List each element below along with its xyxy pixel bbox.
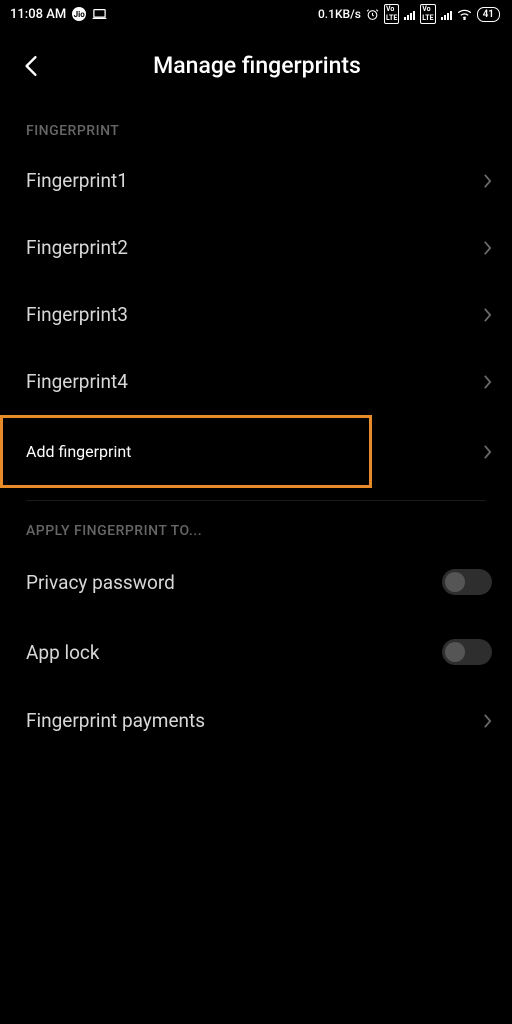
fingerprint-item-1[interactable]: Fingerprint1	[0, 147, 512, 214]
fingerprint-label: Fingerprint4	[26, 370, 128, 393]
app-lock-label: App lock	[26, 641, 99, 664]
laptop-icon	[92, 8, 107, 20]
volte-icon-1: VoLTE	[384, 4, 399, 24]
page-header: Manage fingerprints	[0, 26, 512, 101]
add-fingerprint-row[interactable]: Add fingerprint	[0, 415, 512, 488]
chevron-right-icon	[483, 713, 492, 729]
section-header-apply: APPLY FINGERPRINT TO...	[0, 501, 512, 547]
signal-icon-1	[404, 9, 415, 20]
fingerprint-label: Fingerprint3	[26, 303, 128, 326]
alarm-icon	[366, 8, 379, 21]
status-time: 11:08 AM	[10, 7, 66, 22]
fingerprint-item-2[interactable]: Fingerprint2	[0, 214, 512, 281]
fingerprint-item-4[interactable]: Fingerprint4	[0, 348, 512, 415]
app-lock-row[interactable]: App lock	[0, 617, 512, 687]
section-header-fingerprint: FINGERPRINT	[0, 101, 512, 147]
status-bar: 11:08 AM Jio 0.1KB/s VoLTE VoLTE 41	[0, 0, 512, 26]
signal-icon-2	[441, 9, 452, 20]
back-button[interactable]	[20, 55, 42, 77]
fingerprint-label: Fingerprint2	[26, 236, 128, 259]
add-fingerprint-label: Add fingerprint	[3, 442, 131, 461]
highlight-box: Add fingerprint	[0, 415, 372, 488]
privacy-password-label: Privacy password	[26, 571, 175, 594]
chevron-right-icon	[483, 173, 492, 189]
chevron-right-icon	[483, 307, 492, 323]
battery-icon: 41	[477, 7, 500, 22]
page-title: Manage fingerprints	[68, 52, 446, 79]
wifi-icon	[457, 8, 472, 20]
fingerprint-item-3[interactable]: Fingerprint3	[0, 281, 512, 348]
privacy-password-toggle[interactable]	[442, 569, 492, 595]
privacy-password-row[interactable]: Privacy password	[0, 547, 512, 617]
fingerprint-payments-label: Fingerprint payments	[26, 709, 205, 732]
chevron-right-icon	[483, 374, 492, 390]
status-left: 11:08 AM Jio	[10, 7, 107, 22]
fingerprint-label: Fingerprint1	[26, 169, 128, 192]
chevron-right-icon	[483, 444, 492, 460]
app-lock-toggle[interactable]	[442, 639, 492, 665]
carrier-icon: Jio	[72, 7, 86, 21]
volte-icon-2: VoLTE	[420, 4, 435, 24]
data-speed: 0.1KB/s	[318, 7, 361, 21]
chevron-right-icon	[483, 240, 492, 256]
status-right: 0.1KB/s VoLTE VoLTE 41	[318, 4, 500, 24]
fingerprint-payments-row[interactable]: Fingerprint payments	[0, 687, 512, 754]
